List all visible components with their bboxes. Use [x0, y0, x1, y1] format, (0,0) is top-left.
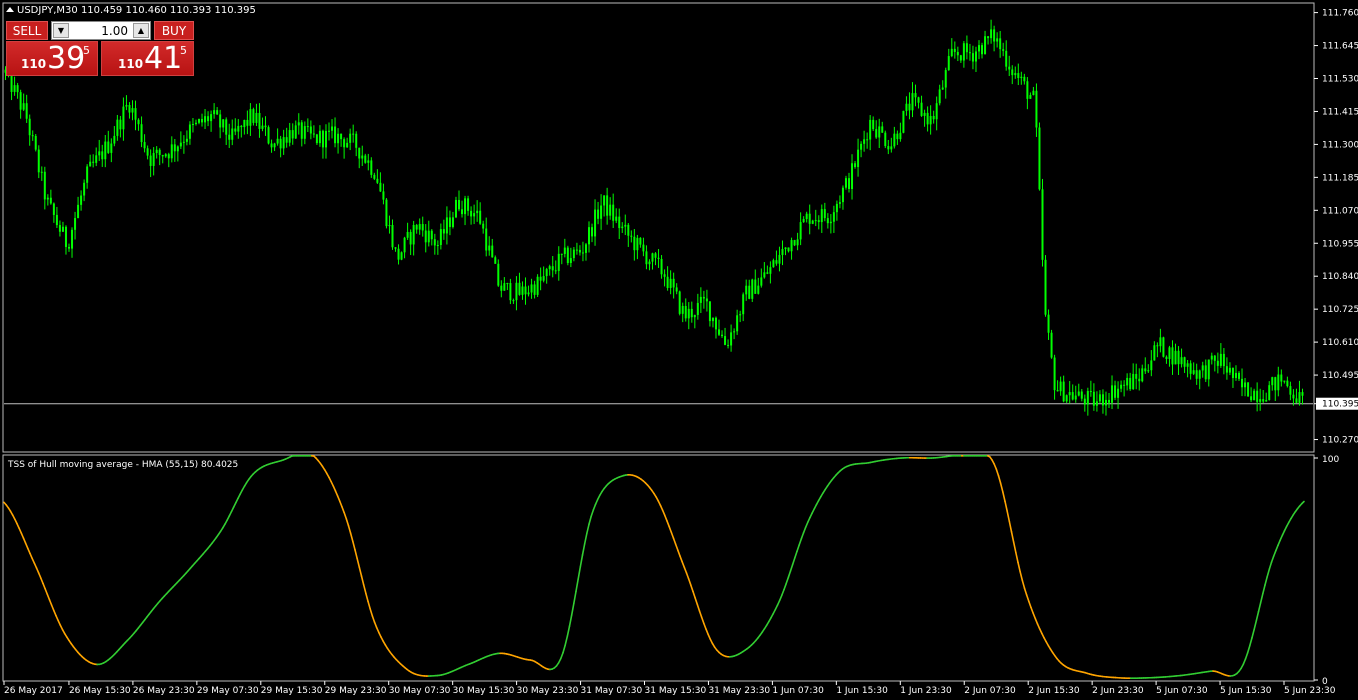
candle [267, 125, 270, 145]
price-tick-label: 111.070 [1322, 206, 1358, 216]
time-tick-label: 1 Jun 15:30 [836, 686, 888, 696]
candle [385, 198, 388, 229]
time-tick-label: 31 May 15:30 [645, 686, 707, 696]
time-tick-label: 31 May 23:30 [708, 686, 770, 696]
time-tick-label: 5 Jun 23:30 [1284, 686, 1336, 696]
lot-size-box: ▼ ▲ [51, 21, 151, 40]
price-tick-label: 110.840 [1322, 272, 1358, 282]
candle [1044, 255, 1047, 317]
time-tick-label: 5 Jun 07:30 [1156, 686, 1208, 696]
candle [566, 245, 569, 266]
candle [1041, 178, 1044, 267]
one-click-trading-panel: SELL ▼ ▲ BUY 110 39 5 110 41 5 [6, 21, 194, 76]
price-tick-label: 110.610 [1322, 338, 1358, 348]
candle [751, 278, 754, 303]
candle [252, 107, 255, 126]
lot-decrease-button[interactable]: ▼ [53, 23, 69, 38]
candle [1247, 381, 1250, 397]
time-tick-label: 5 Jun 15:30 [1220, 686, 1272, 696]
candle [902, 110, 905, 134]
time-tick-label: 30 May 07:30 [389, 686, 451, 696]
time-tick-label: 1 Jun 07:30 [772, 686, 824, 696]
candle [678, 290, 681, 316]
candle [536, 274, 539, 297]
time-tick-label: 26 May 15:30 [69, 686, 131, 696]
time-tick-label: 2 Jun 07:30 [964, 686, 1016, 696]
lot-increase-button[interactable]: ▲ [133, 23, 149, 38]
sell-price-prefix: 110 [21, 57, 47, 71]
time-tick-label: 26 May 23:30 [133, 686, 195, 696]
buy-button[interactable]: BUY [154, 21, 194, 40]
chart-window[interactable]: 111.760 111.645 111.530 111.415 111.300 111.1… [0, 0, 1358, 700]
candle [884, 130, 887, 149]
price-tick-label: 110.395 [1322, 400, 1358, 410]
sell-button[interactable]: SELL [6, 21, 48, 40]
sell-price-fraction: 5 [83, 44, 90, 57]
candle [1038, 122, 1041, 191]
buy-price-pips: 41 [144, 41, 183, 76]
indicator-title: TSS of Hull moving average - HMA (55,15)… [7, 460, 238, 470]
price-tick-label: 111.185 [1322, 173, 1358, 183]
price-tick-label: 111.760 [1322, 9, 1358, 19]
time-tick-label: 29 May 15:30 [261, 686, 323, 696]
price-tick-label: 110.725 [1322, 305, 1358, 315]
price-tick-label: 111.415 [1322, 107, 1358, 117]
lot-size-input[interactable] [70, 22, 132, 39]
sell-price-button[interactable]: 110 39 5 [6, 41, 98, 76]
time-tick-label: 2 Jun 23:30 [1092, 686, 1144, 696]
symbol-header: USDJPY,M30 110.459 110.460 110.393 110.3… [6, 5, 256, 16]
time-tick-label: 26 May 2017 [4, 686, 63, 696]
time-tick-label: 30 May 23:30 [517, 686, 579, 696]
time-tick-label: 2 Jun 15:30 [1028, 686, 1080, 696]
time-tick-label: 30 May 15:30 [453, 686, 515, 696]
time-tick-label: 29 May 07:30 [197, 686, 259, 696]
price-tick-label: 110.495 [1322, 371, 1358, 381]
indicator-tick-label: 100 [1322, 455, 1339, 465]
candle [1050, 329, 1053, 359]
candle [454, 196, 457, 219]
time-tick-label: 31 May 07:30 [581, 686, 643, 696]
price-tick-label: 111.530 [1322, 75, 1358, 85]
candle [400, 251, 403, 261]
symbol-header-text: USDJPY,M30 110.459 110.460 110.393 110.3… [17, 5, 256, 16]
time-tick-label: 1 Jun 23:30 [900, 686, 952, 696]
candle [34, 133, 37, 152]
price-tick-label: 111.300 [1322, 140, 1358, 150]
buy-price-prefix: 110 [118, 57, 144, 71]
time-tick-label: 29 May 23:30 [325, 686, 387, 696]
price-tick-label: 110.270 [1322, 436, 1358, 446]
sell-price-pips: 39 [47, 41, 86, 76]
price-tick-label: 110.955 [1322, 239, 1358, 249]
buy-price-button[interactable]: 110 41 5 [101, 41, 194, 76]
candle [793, 239, 796, 247]
candle [1162, 336, 1165, 358]
buy-price-fraction: 5 [180, 44, 187, 57]
price-tick-label: 111.645 [1322, 42, 1358, 52]
